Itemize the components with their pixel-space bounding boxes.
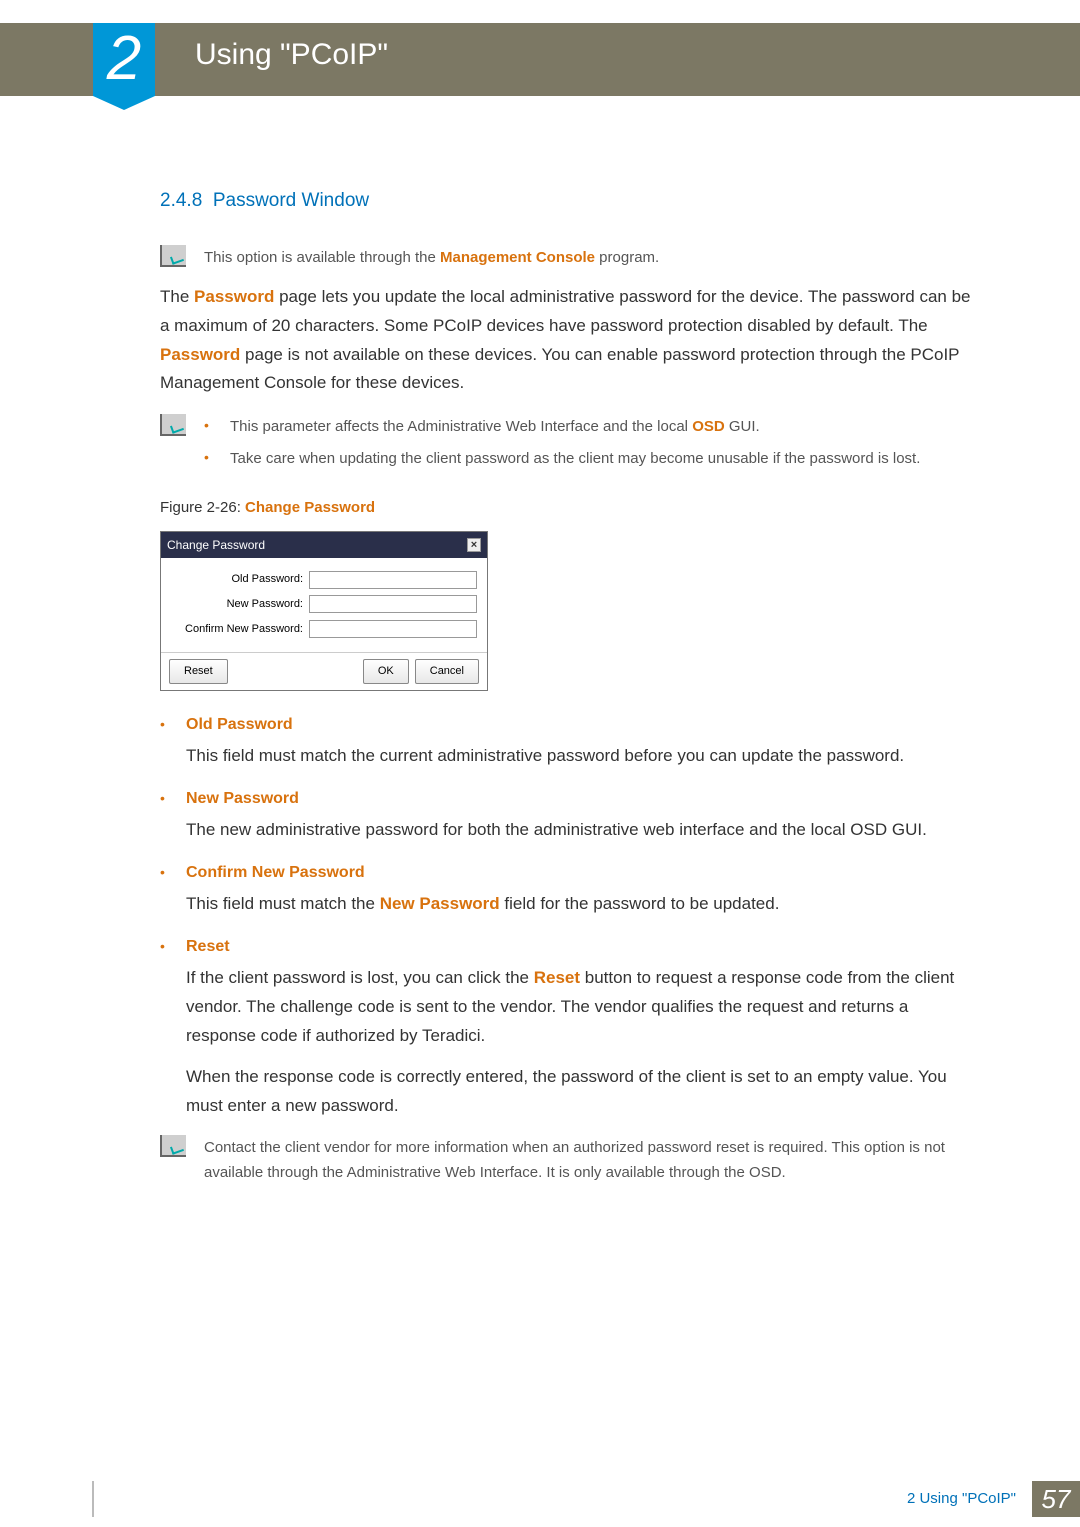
field-desc: If the client password is lost, you can … xyxy=(186,964,980,1051)
warning-list: This parameter affects the Administrativ… xyxy=(204,414,920,477)
field-desc: The new administrative password for both… xyxy=(186,816,980,845)
confirm-password-row: Confirm New Password: xyxy=(171,620,477,639)
chapter-title: Using "PCoIP" xyxy=(195,38,388,72)
confirm-password-input[interactable] xyxy=(309,620,477,638)
warning-item: Take care when updating the client passw… xyxy=(204,446,920,472)
section-title: Password Window xyxy=(213,190,369,211)
figure-caption: Figure 2-26: Change Password xyxy=(160,495,980,521)
page-footer: 2 Using "PCoIP" 57 xyxy=(0,1479,1080,1527)
ok-button[interactable]: OK xyxy=(363,659,409,684)
field-title: Old Password xyxy=(186,711,980,738)
close-icon[interactable]: × xyxy=(467,538,481,552)
field-definitions: Old Password This field must match the c… xyxy=(160,711,980,1121)
note-text: This option is available through the Man… xyxy=(204,245,980,271)
note-icon xyxy=(160,1135,186,1157)
password-description: The Password page lets you update the lo… xyxy=(160,283,980,399)
new-password-row: New Password: xyxy=(171,595,477,614)
dialog-body: Old Password: New Password: Confirm New … xyxy=(161,558,487,652)
note-icon xyxy=(160,414,186,436)
field-reset: Reset If the client password is lost, yo… xyxy=(160,933,980,1121)
field-old-password: Old Password This field must match the c… xyxy=(160,711,980,771)
old-password-input[interactable] xyxy=(309,571,477,589)
dialog-title-text: Change Password xyxy=(167,535,265,555)
cancel-button[interactable]: Cancel xyxy=(415,659,479,684)
header-bar xyxy=(0,23,1080,96)
section-number: 2.4.8 xyxy=(160,190,202,211)
field-title: Confirm New Password xyxy=(186,859,980,886)
section-heading: 2.4.8 Password Window xyxy=(160,185,980,217)
dialog-titlebar: Change Password × xyxy=(161,532,487,558)
chapter-number-badge: 2 xyxy=(93,23,155,96)
footer-chapter-label: 2 Using "PCoIP" xyxy=(907,1490,1016,1507)
change-password-dialog: Change Password × Old Password: New Pass… xyxy=(160,531,488,691)
page-number: 57 xyxy=(1032,1481,1080,1517)
warning-item: This parameter affects the Administrativ… xyxy=(204,414,920,440)
field-confirm-password: Confirm New Password This field must mat… xyxy=(160,859,980,919)
management-console-label: Management Console xyxy=(440,249,595,266)
new-password-label: New Password: xyxy=(171,595,309,614)
field-desc: This field must match the current admini… xyxy=(186,742,980,771)
note-icon xyxy=(160,245,186,267)
field-title: New Password xyxy=(186,785,980,812)
new-password-input[interactable] xyxy=(309,595,477,613)
note-availability: This option is available through the Man… xyxy=(160,245,980,271)
page-content: 2.4.8 Password Window This option is ava… xyxy=(160,185,980,1198)
note-text: Contact the client vendor for more infor… xyxy=(204,1135,980,1186)
field-desc: When the response code is correctly ente… xyxy=(186,1063,980,1121)
field-desc: This field must match the New Password f… xyxy=(186,890,980,919)
field-title: Reset xyxy=(186,933,980,960)
note-warnings: This parameter affects the Administrativ… xyxy=(160,414,980,477)
reset-button[interactable]: Reset xyxy=(169,659,228,684)
field-new-password: New Password The new administrative pass… xyxy=(160,785,980,845)
note-contact-vendor: Contact the client vendor for more infor… xyxy=(160,1135,980,1186)
old-password-row: Old Password: xyxy=(171,570,477,589)
confirm-password-label: Confirm New Password: xyxy=(171,620,309,639)
dialog-button-row: Reset OK Cancel xyxy=(161,652,487,690)
footer-rule xyxy=(92,1481,94,1517)
old-password-label: Old Password: xyxy=(171,570,309,589)
